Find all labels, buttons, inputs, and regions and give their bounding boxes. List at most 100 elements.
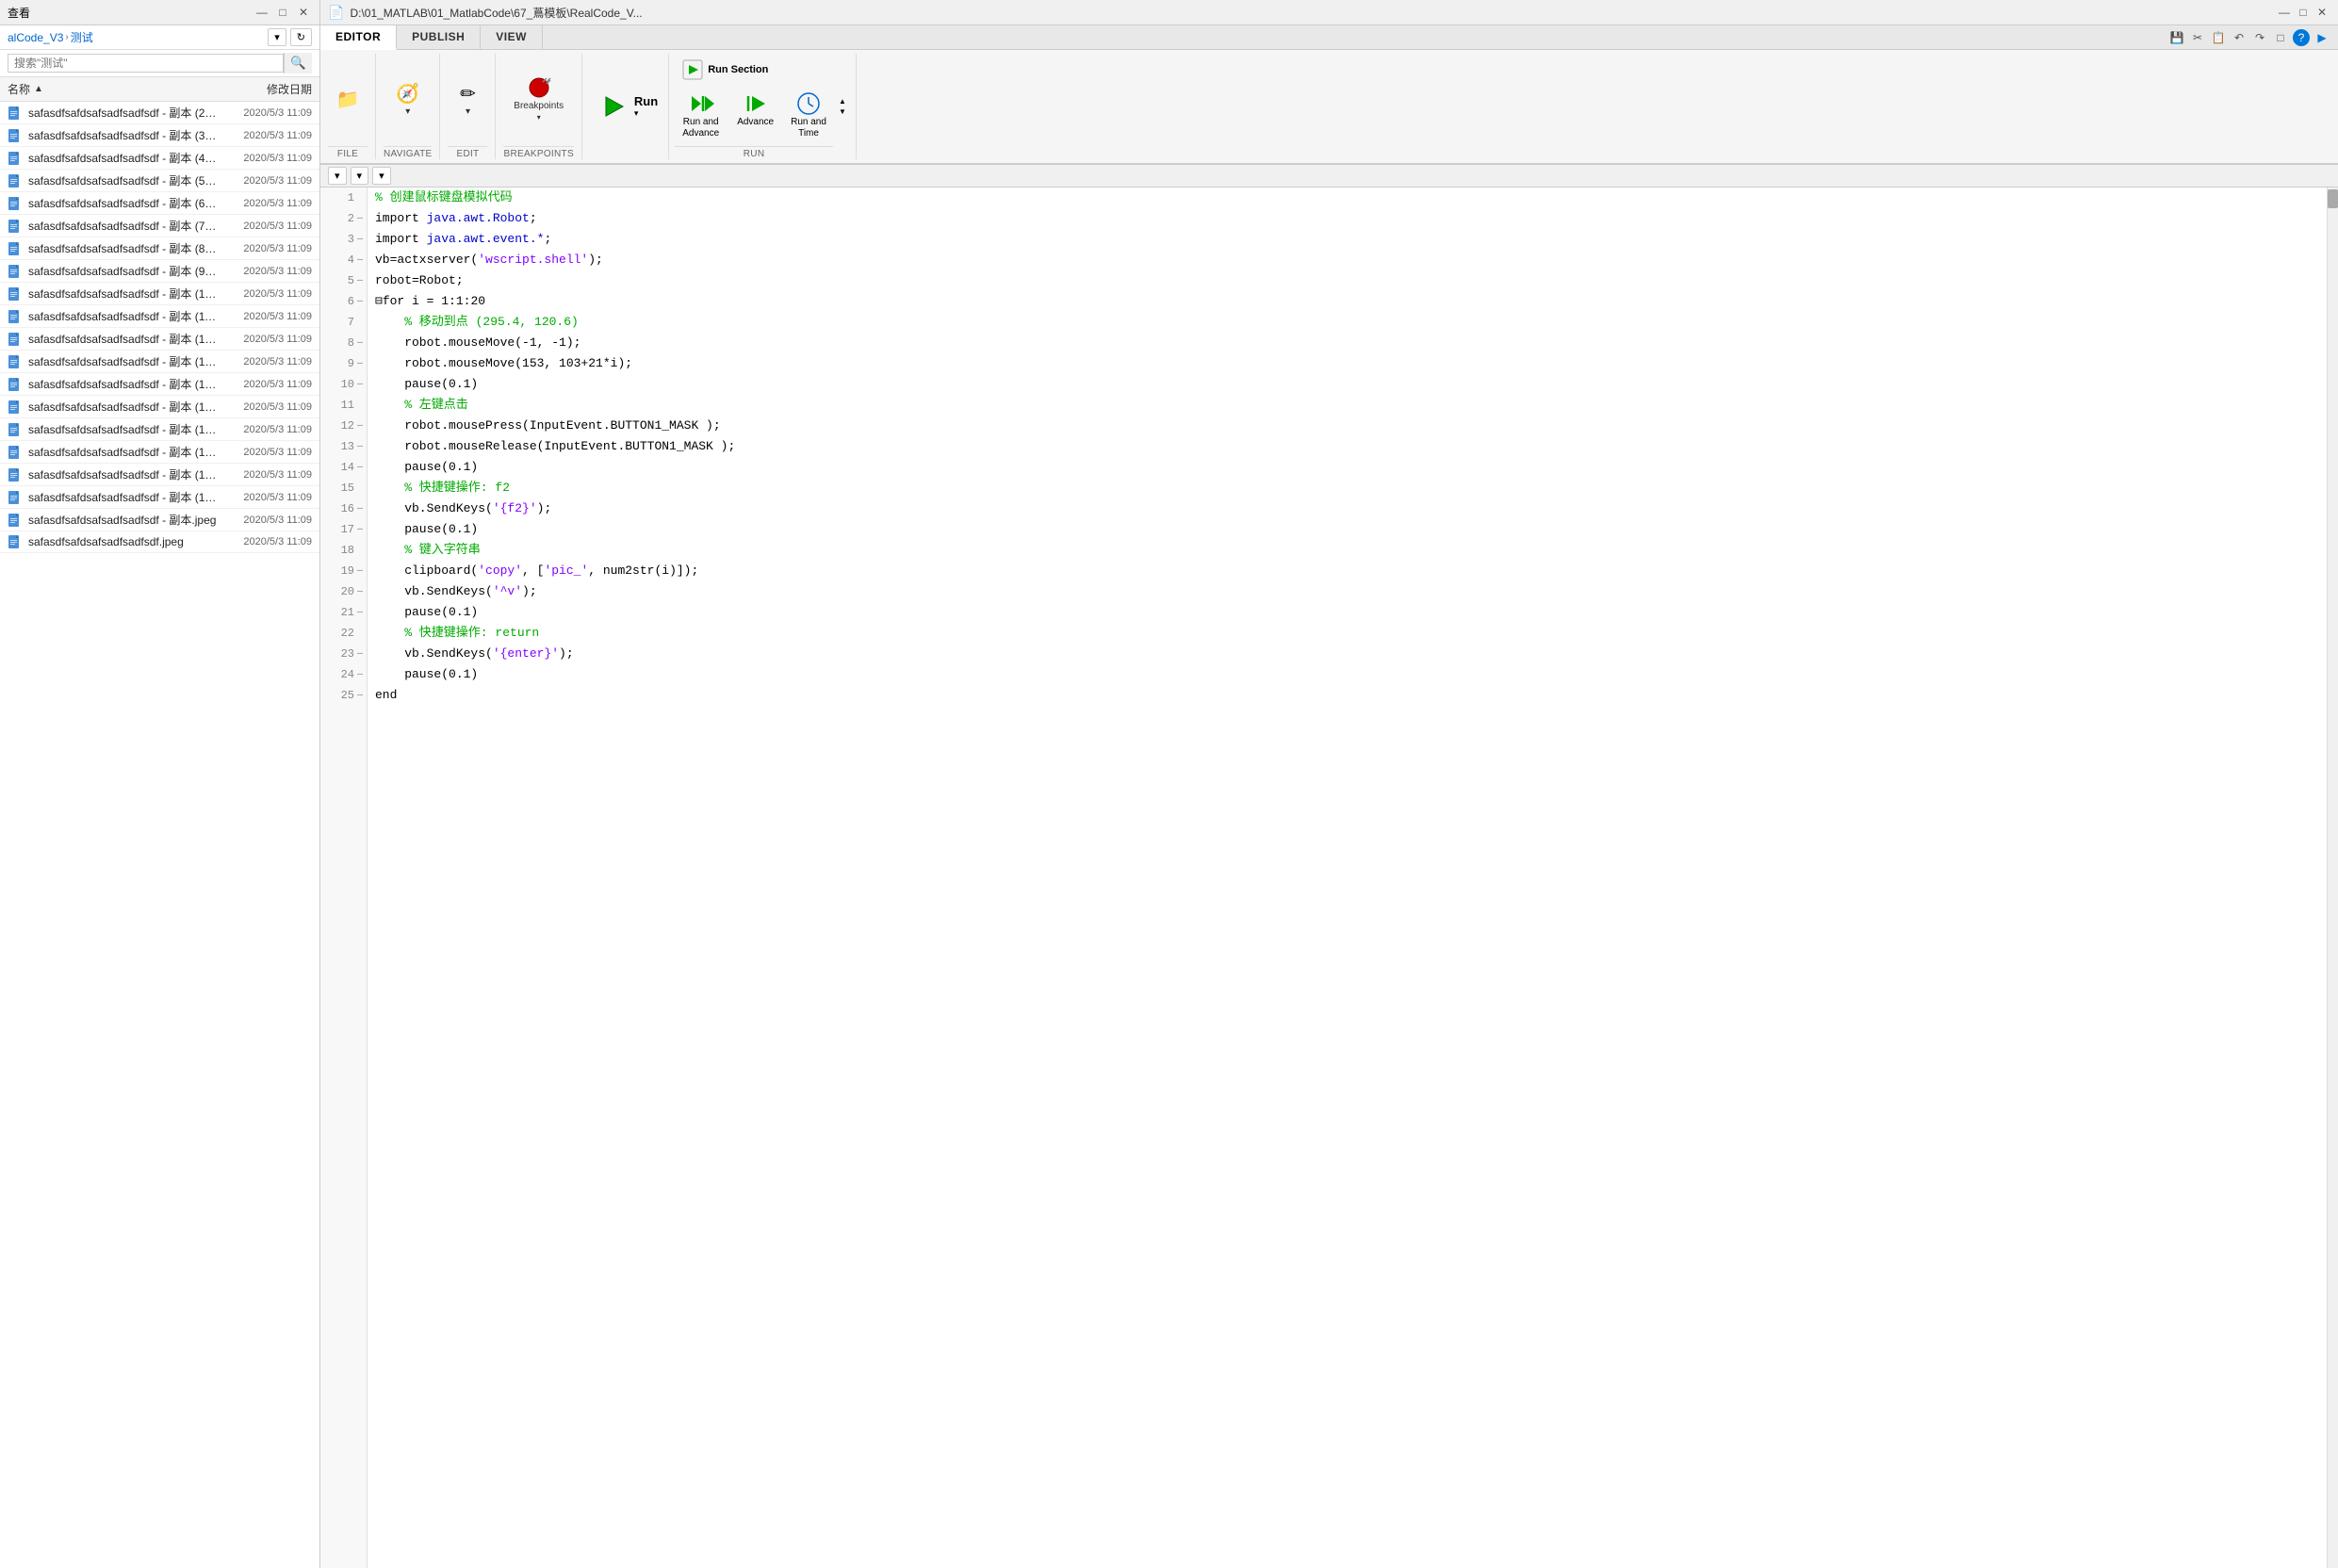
list-item[interactable]: safasdfsafdsafsadfsadfsdf - 副本 (11).jpeg…: [0, 305, 319, 328]
toolbar-copy[interactable]: 📋: [2210, 29, 2227, 46]
breadcrumb-root[interactable]: alCode_V3: [8, 31, 63, 44]
code-line[interactable]: % 创建鼠标键盘模拟代码: [368, 188, 2327, 208]
list-item[interactable]: safasdfsafdsafsadfsadfsdf - 副本 (12).jpeg…: [0, 328, 319, 351]
file-type-icon: [8, 173, 23, 188]
toolbar-undo[interactable]: ↶: [2231, 29, 2248, 46]
tab-view[interactable]: VIEW: [481, 25, 543, 49]
code-line[interactable]: pause(0.1): [368, 664, 2327, 685]
tab-editor[interactable]: EDITOR: [320, 25, 397, 50]
maximize-btn-left[interactable]: □: [274, 4, 291, 21]
file-name-text: safasdfsafdsafsadfsadfsdf - 副本 (6).jpeg: [28, 195, 218, 211]
file-name-text: safasdfsafdsafsadfsadfsdf - 副本 (15).jpeg: [28, 399, 218, 415]
breakpoints-btn[interactable]: Breakpoints▾: [507, 70, 570, 128]
code-line[interactable]: % 移动到点 (295.4, 120.6): [368, 312, 2327, 333]
code-line[interactable]: clipboard('copy', ['pic_', num2str(i)]);: [368, 561, 2327, 581]
close-btn-left[interactable]: ✕: [295, 4, 312, 21]
list-item[interactable]: safasdfsafdsafsadfsadfsdf - 副本 (18).jpeg…: [0, 464, 319, 486]
refresh-btn[interactable]: ↻: [290, 28, 312, 46]
run-button[interactable]: Run ▾: [590, 85, 664, 128]
nav-down-btn1[interactable]: ▾: [328, 167, 347, 185]
file-btn[interactable]: 📁: [328, 81, 368, 117]
code-line[interactable]: % 快捷键操作: return: [368, 623, 2327, 644]
code-line[interactable]: pause(0.1): [368, 519, 2327, 540]
search-button[interactable]: 🔍: [284, 53, 312, 74]
run-and-time-button[interactable]: Run andTime: [784, 86, 833, 144]
code-line[interactable]: robot.mousePress(InputEvent.BUTTON1_MASK…: [368, 416, 2327, 436]
list-item[interactable]: safasdfsafdsafsadfsadfsdf - 副本 (4).jpeg …: [0, 147, 319, 170]
minimize-btn-right[interactable]: —: [2276, 4, 2293, 21]
code-line[interactable]: end: [368, 685, 2327, 706]
list-item[interactable]: safasdfsafdsafsadfsadfsdf - 副本 (17).jpeg…: [0, 441, 319, 464]
list-item[interactable]: safasdfsafdsafsadfsadfsdf - 副本 (19).jpeg…: [0, 486, 319, 509]
search-input[interactable]: [8, 54, 284, 73]
run-and-advance-button[interactable]: Run andAdvance: [675, 86, 727, 144]
dropdown-btn[interactable]: ▾: [268, 28, 286, 46]
scroll-down-icon[interactable]: ▼: [839, 107, 846, 116]
list-item[interactable]: safasdfsafdsafsadfsadfsdf.jpeg 2020/5/3 …: [0, 531, 319, 553]
code-line[interactable]: robot.mouseRelease(InputEvent.BUTTON1_MA…: [368, 436, 2327, 457]
code-line[interactable]: robot.mouseMove(153, 103+21*i);: [368, 353, 2327, 374]
toolbar-window[interactable]: □: [2272, 29, 2289, 46]
scrollbar-thumb[interactable]: [2328, 189, 2338, 208]
scroll-up-icon[interactable]: ▲: [839, 97, 846, 106]
list-item[interactable]: safasdfsafdsafsadfsadfsdf - 副本 (13).jpeg…: [0, 351, 319, 373]
title-controls: — □ ✕: [2276, 4, 2330, 21]
code-line[interactable]: pause(0.1): [368, 457, 2327, 478]
breadcrumb-current[interactable]: 测试: [71, 29, 93, 45]
minimize-btn-left[interactable]: —: [253, 4, 270, 21]
file-name-text: safasdfsafdsafsadfsadfsdf - 副本 (11).jpeg: [28, 308, 218, 324]
list-item[interactable]: safasdfsafdsafsadfsadfsdf - 副本 (3).jpeg …: [0, 124, 319, 147]
code-line[interactable]: vb.SendKeys('^v');: [368, 581, 2327, 602]
code-line[interactable]: import java.awt.Robot;: [368, 208, 2327, 229]
toolbar-save[interactable]: 💾: [2168, 29, 2185, 46]
run-section-button[interactable]: Run Section: [675, 54, 833, 86]
code-line[interactable]: ⊟for i = 1:1:20: [368, 291, 2327, 312]
toolbar-play[interactable]: ▶: [2313, 29, 2330, 46]
list-item[interactable]: safasdfsafdsafsadfsadfsdf - 副本.jpeg 2020…: [0, 509, 319, 531]
breakpoints-svg: [526, 74, 552, 101]
code-line[interactable]: robot.mouseMove(-1, -1);: [368, 333, 2327, 353]
line-number: 23—: [320, 644, 367, 664]
code-line[interactable]: pause(0.1): [368, 602, 2327, 623]
list-item[interactable]: safasdfsafdsafsadfsadfsdf - 副本 (9).jpeg …: [0, 260, 319, 283]
toolbar-redo[interactable]: ↷: [2251, 29, 2268, 46]
col-name-header[interactable]: 名称 ▲: [8, 81, 210, 97]
list-item[interactable]: safasdfsafdsafsadfsadfsdf - 副本 (2).jpeg …: [0, 102, 319, 124]
advance-button[interactable]: Advance: [730, 86, 780, 144]
code-line[interactable]: pause(0.1): [368, 374, 2327, 395]
editor-area: 1—2—3—4—5—6—7—8—9—10—11—12—13—14—15—16—1…: [320, 188, 2338, 1568]
run-group-items: Run ▾: [590, 85, 664, 128]
maximize-btn-right[interactable]: □: [2295, 4, 2312, 21]
code-line[interactable]: vb=actxserver('wscript.shell');: [368, 250, 2327, 270]
list-item[interactable]: safasdfsafdsafsadfsadfsdf - 副本 (15).jpeg…: [0, 396, 319, 418]
scrollbar-right[interactable]: [2327, 188, 2338, 1568]
run-section-label: Run Section: [708, 64, 768, 75]
navigate-btn[interactable]: 🧭 ▾: [388, 75, 428, 122]
code-line[interactable]: % 快捷键操作: f2: [368, 478, 2327, 498]
list-item[interactable]: safasdfsafdsafsadfsadfsdf - 副本 (8).jpeg …: [0, 237, 319, 260]
list-item[interactable]: safasdfsafdsafsadfsadfsdf - 副本 (7).jpeg …: [0, 215, 319, 237]
code-line[interactable]: vb.SendKeys('{enter}');: [368, 644, 2327, 664]
toolbar-cut[interactable]: ✂: [2189, 29, 2206, 46]
edit-btn[interactable]: ✏ ▾: [448, 75, 487, 122]
file-name-text: safasdfsafdsafsadfsadfsdf - 副本 (13).jpeg: [28, 353, 218, 369]
code-line[interactable]: % 键入字符串: [368, 540, 2327, 561]
code-line[interactable]: robot=Robot;: [368, 270, 2327, 291]
toolbar-help[interactable]: ?: [2293, 29, 2310, 46]
nav-down-btn3[interactable]: ▾: [372, 167, 391, 185]
code-line[interactable]: import java.awt.event.*;: [368, 229, 2327, 250]
code-line[interactable]: vb.SendKeys('{f2}');: [368, 498, 2327, 519]
code-area[interactable]: % 创建鼠标键盘模拟代码import java.awt.Robot;import…: [368, 188, 2327, 1568]
list-item[interactable]: safasdfsafdsafsadfsadfsdf - 副本 (16).jpeg…: [0, 418, 319, 441]
list-item[interactable]: safasdfsafdsafsadfsadfsdf - 副本 (5).jpeg …: [0, 170, 319, 192]
nav-down-btn2[interactable]: ▾: [351, 167, 369, 185]
list-item[interactable]: safasdfsafdsafsadfsadfsdf - 副本 (10).jpeg…: [0, 283, 319, 305]
close-btn-right[interactable]: ✕: [2313, 4, 2330, 21]
code-line[interactable]: % 左键点击: [368, 395, 2327, 416]
editor-icon: 📄: [328, 5, 344, 21]
line-number: 22—: [320, 623, 367, 644]
list-item[interactable]: safasdfsafdsafsadfsadfsdf - 副本 (14).jpeg…: [0, 373, 319, 396]
list-item[interactable]: safasdfsafdsafsadfsadfsdf - 副本 (6).jpeg …: [0, 192, 319, 215]
tab-publish[interactable]: PUBLISH: [397, 25, 481, 49]
col-date-header[interactable]: 修改日期: [210, 81, 312, 97]
